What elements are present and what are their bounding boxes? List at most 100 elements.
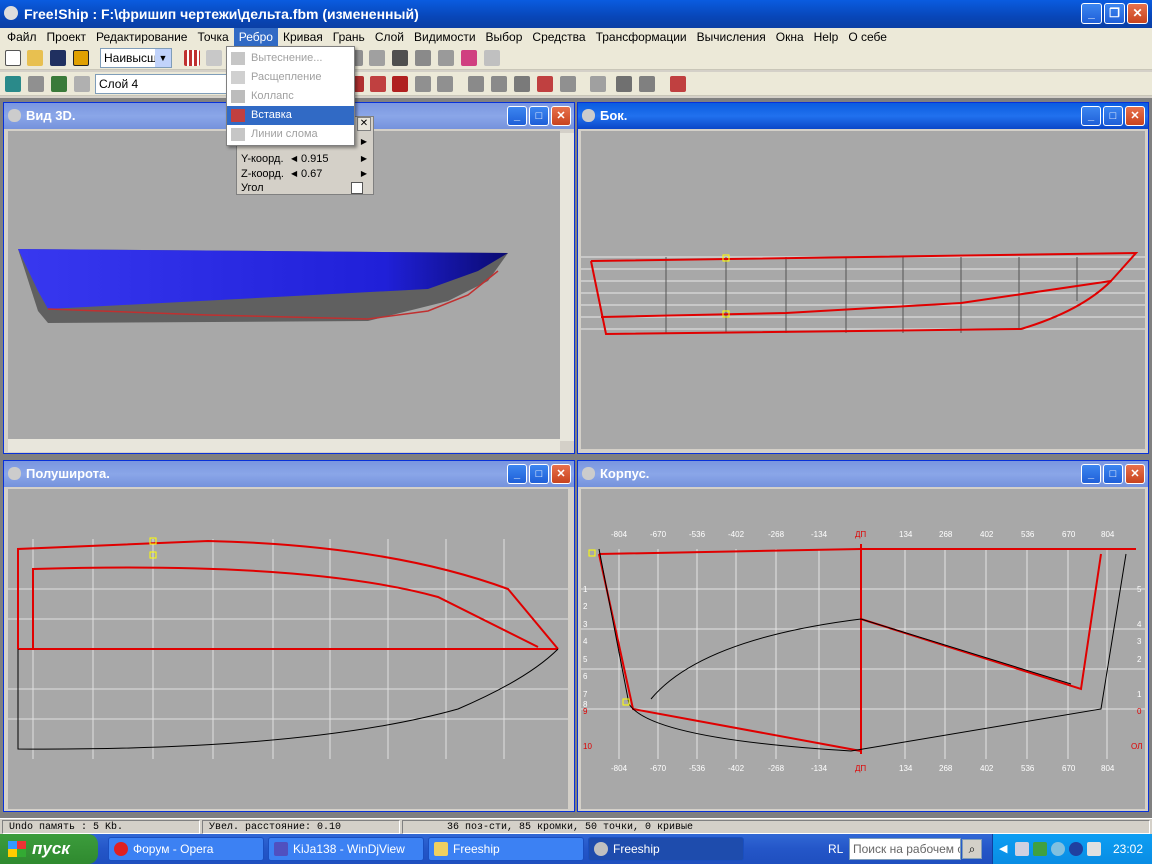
menu-tools[interactable]: Средства xyxy=(527,28,590,46)
menu-about[interactable]: О себе xyxy=(843,28,892,46)
curve-icon[interactable] xyxy=(590,76,606,92)
network-icon[interactable] xyxy=(1015,842,1029,856)
bluetooth-icon[interactable] xyxy=(1069,842,1083,856)
menu-visibility[interactable]: Видимости xyxy=(409,28,481,46)
menu-file[interactable]: Файл xyxy=(2,28,42,46)
export-icon[interactable] xyxy=(73,50,89,66)
menu-edit[interactable]: Редактирование xyxy=(91,28,192,46)
menu-item-insert[interactable]: Вставка xyxy=(227,106,354,125)
precision-select[interactable]: Наивысш. ▼ xyxy=(100,48,172,68)
close-button[interactable]: ✕ xyxy=(551,464,571,484)
menu-selection[interactable]: Выбор xyxy=(481,28,528,46)
face-icon[interactable] xyxy=(537,76,553,92)
layer-grid-icon[interactable] xyxy=(74,76,90,92)
waterlines-icon[interactable] xyxy=(438,50,454,66)
minimize-button[interactable]: _ xyxy=(507,106,527,126)
delete-icon[interactable] xyxy=(670,76,686,92)
horizontal-scrollbar[interactable] xyxy=(8,439,560,452)
unlock-all-icon[interactable] xyxy=(437,76,453,92)
menu-item-split[interactable]: Расщепление xyxy=(227,68,354,87)
arrow-right-icon[interactable]: ▶ xyxy=(361,151,367,167)
menu-calculations[interactable]: Вычисления xyxy=(692,28,771,46)
menu-transform[interactable]: Трансформации xyxy=(591,28,692,46)
body-grid xyxy=(581,549,1145,759)
tick-label: -134 xyxy=(811,530,828,539)
layer-color-icon[interactable] xyxy=(51,76,67,92)
open-file-icon[interactable] xyxy=(27,50,43,66)
tick-label: 268 xyxy=(939,764,953,773)
layer-properties-icon[interactable] xyxy=(5,76,21,92)
minimize-button[interactable]: _ xyxy=(507,464,527,484)
layer-select[interactable]: Слой 4 xyxy=(95,74,227,94)
vertical-scrollbar[interactable] xyxy=(560,133,574,441)
save-icon[interactable] xyxy=(50,50,66,66)
layer-auto-icon[interactable] xyxy=(28,76,44,92)
hull-icon[interactable] xyxy=(415,50,431,66)
collapse-icon xyxy=(231,90,245,103)
task-freeship-app[interactable]: Freeship xyxy=(588,837,744,861)
intersect-icon[interactable] xyxy=(514,76,530,92)
diagonals-icon[interactable] xyxy=(461,50,477,66)
minimize-button[interactable]: _ xyxy=(1081,3,1102,24)
volume-icon[interactable] xyxy=(1087,842,1101,856)
menu-windows[interactable]: Окна xyxy=(771,28,809,46)
control-net-icon[interactable] xyxy=(184,50,200,66)
task-windjview[interactable]: KiJa138 - WinDjView xyxy=(268,837,424,861)
body-plan-canvas[interactable]: -804 -670 -536 -402 -268 -134 ДП 134 268… xyxy=(581,489,1145,809)
close-button[interactable]: ✕ xyxy=(1125,106,1145,126)
extrude-icon[interactable] xyxy=(560,76,576,92)
render-icon[interactable] xyxy=(369,50,385,66)
profile-view-canvas[interactable] xyxy=(581,131,1145,449)
curvature-icon[interactable] xyxy=(206,50,222,66)
desktop-search-input[interactable]: Поиск на рабочем ст xyxy=(849,838,961,860)
maximize-button[interactable]: □ xyxy=(1103,106,1123,126)
menu-edge[interactable]: Ребро xyxy=(233,28,278,46)
menu-curve[interactable]: Кривая xyxy=(278,28,328,46)
selected-point[interactable] xyxy=(588,549,596,557)
angle-checkbox[interactable] xyxy=(351,182,363,194)
buttocks-icon[interactable] xyxy=(484,50,500,66)
close-button[interactable]: ✕ xyxy=(551,106,571,126)
book-icon[interactable] xyxy=(370,76,386,92)
tray-expand-icon[interactable]: ◀ xyxy=(999,842,1007,855)
task-folder-freeship[interactable]: Freeship xyxy=(428,837,584,861)
menu-item-extrude[interactable]: Вытеснение... xyxy=(227,49,354,68)
arrow-left-icon[interactable]: ◀ xyxy=(291,151,297,167)
menu-project[interactable]: Проект xyxy=(42,28,92,46)
update-icon[interactable] xyxy=(1051,842,1065,856)
search-icon[interactable]: ⌕ xyxy=(962,839,982,859)
unlock-icon[interactable] xyxy=(415,76,431,92)
task-opera[interactable]: Форум - Opera xyxy=(108,837,264,861)
minimize-button[interactable]: _ xyxy=(1081,464,1101,484)
insert-point-icon[interactable] xyxy=(491,76,507,92)
mirror-icon[interactable] xyxy=(468,76,484,92)
y-value[interactable]: 0.915 xyxy=(301,151,329,167)
antivirus-icon[interactable] xyxy=(1033,842,1047,856)
settings-icon[interactable] xyxy=(639,76,655,92)
close-button[interactable]: ✕ xyxy=(1125,464,1145,484)
maximize-button[interactable]: □ xyxy=(1103,464,1123,484)
close-button[interactable]: ✕ xyxy=(1127,3,1148,24)
language-indicator[interactable]: RL xyxy=(828,842,843,856)
padlock-icon[interactable] xyxy=(392,76,408,92)
menu-help[interactable]: Help xyxy=(809,28,844,46)
new-file-icon[interactable] xyxy=(5,50,21,66)
menu-face[interactable]: Грань xyxy=(328,28,370,46)
menu-item-collapse[interactable]: Коллапс xyxy=(227,87,354,106)
restore-button[interactable]: ❐ xyxy=(1104,3,1125,24)
windows-logo-icon xyxy=(8,841,26,857)
tick-label: ДП xyxy=(855,530,866,539)
minimize-button[interactable]: _ xyxy=(1081,106,1101,126)
maximize-button[interactable]: □ xyxy=(529,106,549,126)
plan-view-canvas[interactable] xyxy=(8,489,568,809)
close-icon[interactable]: ✕ xyxy=(357,117,371,131)
stations-icon[interactable] xyxy=(392,50,408,66)
menu-point[interactable]: Точка xyxy=(192,28,233,46)
menu-layer[interactable]: Слой xyxy=(370,28,409,46)
arrow-right-icon[interactable]: ▶ xyxy=(361,134,367,150)
sun-icon[interactable] xyxy=(616,76,632,92)
maximize-button[interactable]: □ xyxy=(529,464,549,484)
start-button[interactable]: пуск xyxy=(0,834,98,864)
menu-item-crease[interactable]: Линии слома xyxy=(227,125,354,144)
precision-value: Наивысш. xyxy=(104,51,161,65)
